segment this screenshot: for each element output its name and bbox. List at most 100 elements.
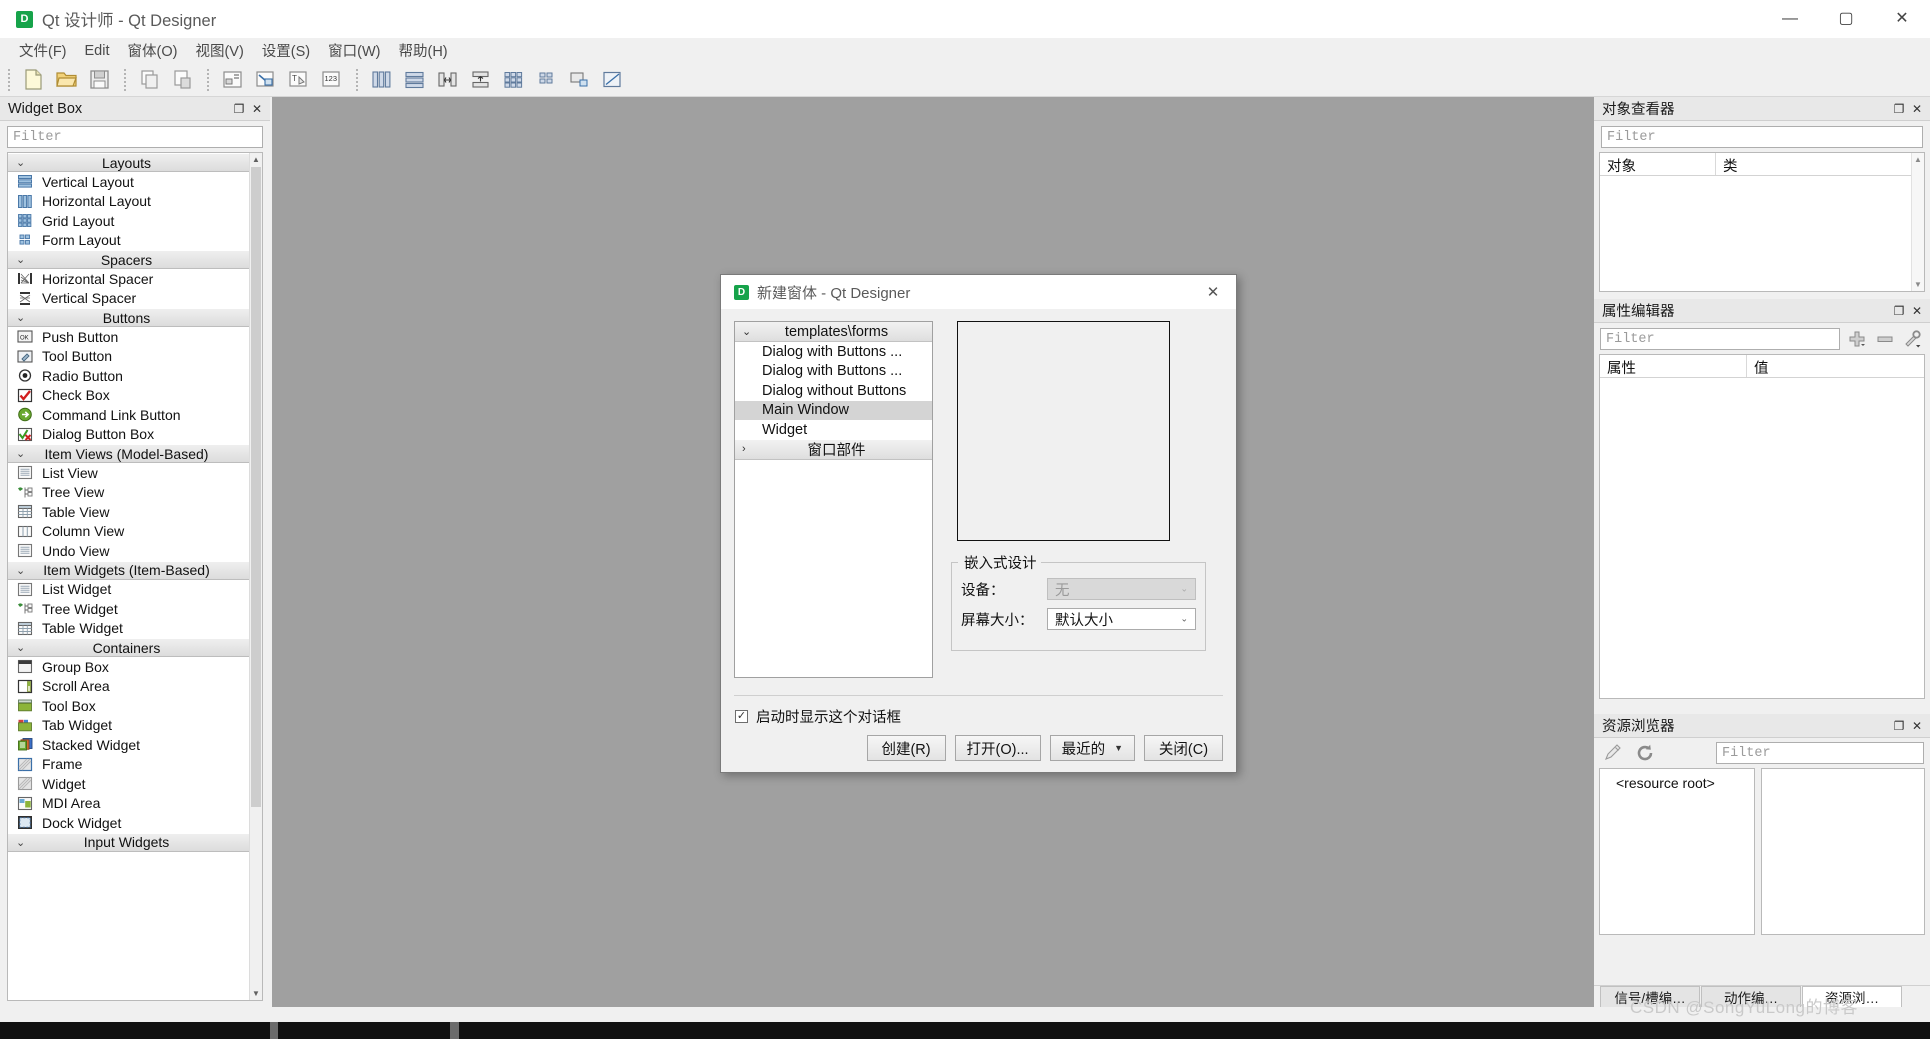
template-category-forms[interactable]: ⌄ templates\forms bbox=[735, 322, 932, 342]
widget-item-column-view[interactable]: Column View bbox=[8, 522, 249, 542]
open-button[interactable]: 打开(O)... bbox=[954, 735, 1041, 761]
widget-category-containers[interactable]: ⌄ Containers bbox=[8, 638, 249, 657]
edit-widgets-icon[interactable] bbox=[216, 65, 249, 95]
close-icon[interactable]: ✕ bbox=[1908, 302, 1926, 320]
widget-category-buttons[interactable]: ⌄ Buttons bbox=[8, 308, 249, 327]
refresh-icon[interactable] bbox=[1634, 743, 1656, 763]
column-value[interactable]: 值 bbox=[1747, 355, 1924, 377]
new-file-icon[interactable] bbox=[17, 65, 50, 95]
widget-item-tab-widget[interactable]: Tab Widget bbox=[8, 716, 249, 736]
layout-grid-icon[interactable] bbox=[497, 65, 530, 95]
widget-item-undo-view[interactable]: Undo View bbox=[8, 541, 249, 561]
column-object[interactable]: 对象 bbox=[1600, 153, 1716, 175]
minus-icon[interactable] bbox=[1874, 329, 1896, 349]
property-editor-filter-input[interactable]: Filter bbox=[1600, 328, 1840, 350]
layout-form-icon[interactable] bbox=[530, 65, 563, 95]
adjust-size-icon[interactable] bbox=[596, 65, 629, 95]
widget-box-filter-input[interactable]: Filter bbox=[7, 126, 263, 148]
float-icon[interactable]: ❐ bbox=[1890, 302, 1908, 320]
resource-tree[interactable]: <resource root> bbox=[1599, 768, 1755, 935]
widget-category-item-widgets[interactable]: ⌄ Item Widgets (Item-Based) bbox=[8, 560, 249, 580]
dialog-close-icon[interactable]: ✕ bbox=[1190, 275, 1236, 309]
close-icon[interactable]: ✕ bbox=[248, 100, 266, 118]
widget-item-dialog-button-box[interactable]: Dialog Button Box bbox=[8, 425, 249, 445]
widget-category-input-widgets[interactable]: ⌄ Input Widgets bbox=[8, 832, 249, 852]
maximize-icon[interactable]: ▢ bbox=[1818, 0, 1874, 38]
widget-item-tool-button[interactable]: Tool Button bbox=[8, 347, 249, 367]
widget-category-spacers[interactable]: ⌄ Spacers bbox=[8, 250, 249, 269]
menu-settings[interactable]: 设置(S) bbox=[253, 37, 319, 64]
template-item-dialog-without-buttons[interactable]: Dialog without Buttons bbox=[735, 381, 932, 401]
menu-help[interactable]: 帮助(H) bbox=[389, 37, 456, 64]
wrench-icon[interactable] bbox=[1902, 329, 1924, 349]
template-item-main-window[interactable]: Main Window bbox=[735, 400, 932, 420]
widget-category-item-views[interactable]: ⌄ Item Views (Model-Based) bbox=[8, 444, 249, 463]
widget-box-scrollbar[interactable]: ▲ ▼ bbox=[249, 153, 262, 1000]
template-tree[interactable]: ⌄ templates\forms Dialog with Buttons ..… bbox=[734, 321, 933, 678]
save-icon[interactable] bbox=[83, 65, 116, 95]
layout-splitter-h-icon[interactable] bbox=[431, 65, 464, 95]
close-button[interactable]: 关闭(C) bbox=[1144, 735, 1223, 761]
widget-item-form-layout[interactable]: Form Layout bbox=[8, 231, 249, 251]
template-item-dialog-with-buttons-bottom[interactable]: Dialog with Buttons ... bbox=[735, 342, 932, 362]
widget-category-layouts[interactable]: ⌄ Layouts bbox=[8, 153, 249, 172]
widget-item-check-box[interactable]: Check Box bbox=[8, 386, 249, 406]
copy-icon[interactable] bbox=[133, 65, 166, 95]
float-icon[interactable]: ❐ bbox=[230, 100, 248, 118]
widget-item-horizontal-layout[interactable]: Horizontal Layout bbox=[8, 192, 249, 212]
widget-item-horizontal-spacer[interactable]: Horizontal Spacer bbox=[8, 269, 249, 289]
device-combobox[interactable]: 无 ⌄ bbox=[1047, 578, 1196, 600]
widget-item-radio-button[interactable]: Radio Button bbox=[8, 366, 249, 386]
resource-root-label[interactable]: <resource root> bbox=[1616, 775, 1715, 791]
scroll-down-icon[interactable]: ▼ bbox=[1912, 278, 1924, 291]
widget-item-vertical-layout[interactable]: Vertical Layout bbox=[8, 172, 249, 192]
toolbar-grip[interactable] bbox=[6, 68, 13, 91]
widget-item-tree-view[interactable]: Tree View bbox=[8, 483, 249, 503]
close-icon[interactable]: ✕ bbox=[1874, 0, 1930, 38]
minimize-icon[interactable]: — bbox=[1762, 0, 1818, 38]
widget-item-table-view[interactable]: Table View bbox=[8, 502, 249, 522]
show-on-startup-checkbox[interactable]: ✓ 启动时显示这个对话框 bbox=[735, 706, 901, 727]
widget-item-scroll-area[interactable]: Scroll Area bbox=[8, 677, 249, 697]
template-item-dialog-with-buttons-right[interactable]: Dialog with Buttons ... bbox=[735, 362, 932, 382]
widget-item-mdi-area[interactable]: MDI Area bbox=[8, 794, 249, 814]
layout-horizontal-icon[interactable] bbox=[365, 65, 398, 95]
widget-item-vertical-spacer[interactable]: Vertical Spacer bbox=[8, 289, 249, 309]
float-icon[interactable]: ❐ bbox=[1890, 100, 1908, 118]
menu-window[interactable]: 窗口(W) bbox=[319, 37, 389, 64]
widget-item-frame[interactable]: Frame bbox=[8, 755, 249, 775]
object-inspector-filter-input[interactable]: Filter bbox=[1601, 126, 1923, 148]
widget-item-dock-widget[interactable]: Dock Widget bbox=[8, 813, 249, 833]
menu-edit[interactable]: Edit bbox=[76, 40, 119, 62]
edit-buddies-icon[interactable]: T bbox=[282, 65, 315, 95]
widget-item-tool-box[interactable]: Tool Box bbox=[8, 696, 249, 716]
layout-splitter-v-icon[interactable] bbox=[464, 65, 497, 95]
menu-view[interactable]: 视图(V) bbox=[186, 37, 252, 64]
widget-item-push-button[interactable]: OK Push Button bbox=[8, 327, 249, 347]
object-inspector-scrollbar[interactable]: ▲ ▼ bbox=[1911, 153, 1924, 291]
toolbar-grip-4[interactable] bbox=[354, 68, 361, 91]
scroll-up-icon[interactable]: ▲ bbox=[250, 153, 262, 166]
paste-icon[interactable] bbox=[166, 65, 199, 95]
widget-item-widget[interactable]: Widget bbox=[8, 774, 249, 794]
layout-vertical-icon[interactable] bbox=[398, 65, 431, 95]
resource-browser-filter-input[interactable]: Filter bbox=[1716, 742, 1924, 764]
edit-signals-slots-icon[interactable] bbox=[249, 65, 282, 95]
scroll-up-icon[interactable]: ▲ bbox=[1912, 153, 1924, 166]
taskbar-item-2[interactable] bbox=[450, 1022, 459, 1039]
widget-item-group-box[interactable]: Group Box bbox=[8, 657, 249, 677]
toolbar-grip-2[interactable] bbox=[122, 68, 129, 91]
property-editor-table[interactable]: 属性 值 bbox=[1599, 354, 1925, 699]
resource-preview[interactable] bbox=[1761, 768, 1925, 935]
close-icon[interactable]: ✕ bbox=[1908, 100, 1926, 118]
object-inspector-table[interactable]: 对象 类 ▲ ▼ bbox=[1599, 152, 1925, 292]
menu-file[interactable]: 文件(F) bbox=[10, 37, 76, 64]
edit-tab-order-icon[interactable]: 123 bbox=[315, 65, 348, 95]
float-icon[interactable]: ❐ bbox=[1890, 717, 1908, 735]
template-category-widgets[interactable]: › 窗口部件 bbox=[735, 439, 932, 460]
open-folder-icon[interactable] bbox=[50, 65, 83, 95]
widget-item-list-view[interactable]: List View bbox=[8, 463, 249, 483]
widget-item-grid-layout[interactable]: Grid Layout bbox=[8, 211, 249, 231]
scrollbar-thumb[interactable] bbox=[251, 167, 261, 807]
widget-item-stacked-widget[interactable]: Stacked Widget bbox=[8, 735, 249, 755]
